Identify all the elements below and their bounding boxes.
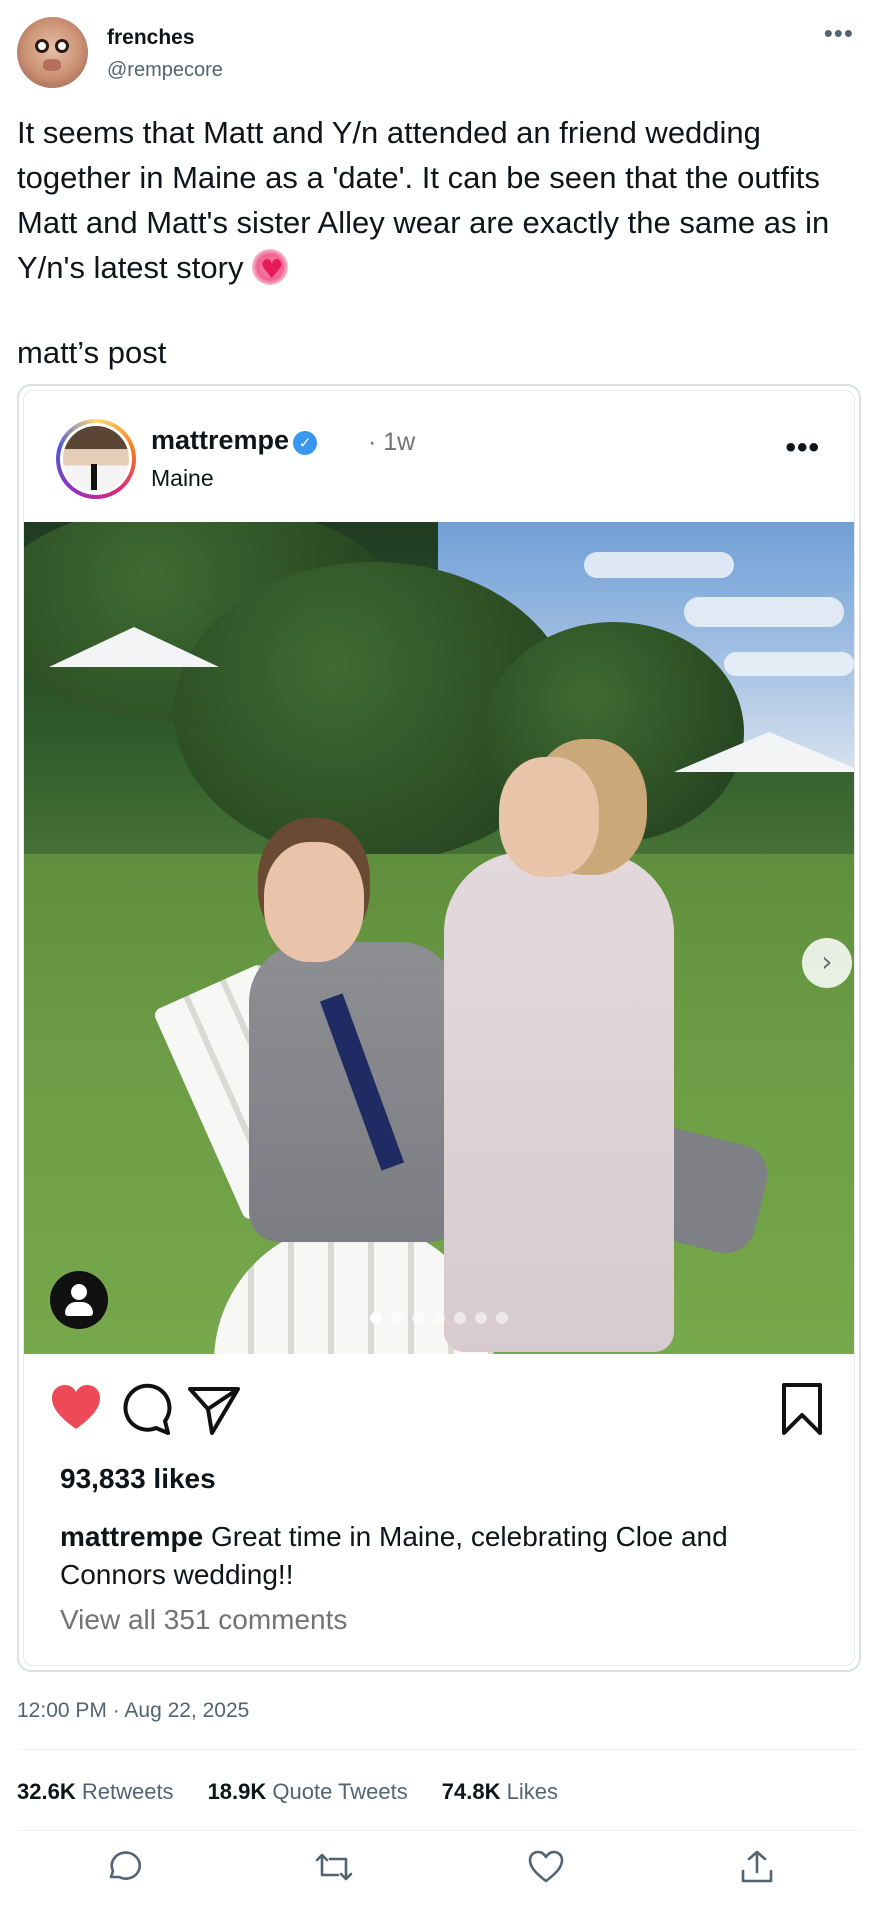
instagram-location[interactable]: Maine xyxy=(151,465,214,492)
carousel-dot xyxy=(475,1312,487,1324)
retweet-icon[interactable] xyxy=(314,1847,354,1887)
carousel-dot xyxy=(412,1312,424,1324)
tweet-body: It seems that Matt and Y/n attended an f… xyxy=(17,115,838,285)
chevron-right-icon[interactable]: › xyxy=(802,938,852,988)
photo-cloud xyxy=(724,652,854,676)
photo-person xyxy=(444,852,674,1352)
retweets-stat[interactable]: 32.6K Retweets xyxy=(17,1779,174,1805)
sparkling-heart-emoji-icon xyxy=(252,248,289,293)
instagram-action-row xyxy=(24,1381,854,1441)
photo-cloud xyxy=(584,552,734,578)
carousel-dot xyxy=(433,1312,445,1324)
likes-count[interactable]: 93,833 likes xyxy=(60,1463,216,1495)
more-horizontal-icon[interactable]: ••• xyxy=(785,431,820,465)
embedded-instagram-post[interactable]: mattrempe ✓ · 1w Maine ••• › 93,833 like… xyxy=(17,384,861,1672)
author-handle[interactable]: @rempecore xyxy=(107,59,223,82)
carousel-dot xyxy=(496,1312,508,1324)
post-caption: mattrempe Great time in Maine, celebrati… xyxy=(60,1518,830,1594)
author-display-name[interactable]: frenches xyxy=(107,26,195,50)
person-icon-head xyxy=(71,1284,87,1300)
reply-icon[interactable] xyxy=(103,1847,143,1887)
avatar-nose xyxy=(43,59,61,71)
carousel-dots xyxy=(370,1312,508,1324)
like-icon[interactable] xyxy=(526,1847,566,1887)
stat-value: 32.6K xyxy=(17,1779,76,1804)
photo-person-head xyxy=(264,842,364,962)
likes-stat[interactable]: 74.8K Likes xyxy=(442,1779,558,1805)
carousel-dot-active xyxy=(370,1312,382,1324)
instagram-avatar-photo xyxy=(63,426,129,492)
tweet-text: It seems that Matt and Y/n attended an f… xyxy=(17,110,857,293)
view-comments-link[interactable]: View all 351 comments xyxy=(60,1604,347,1636)
person-icon-body xyxy=(65,1302,93,1316)
photo-cloud xyxy=(684,597,844,627)
share-paper-plane-icon[interactable] xyxy=(186,1381,242,1437)
verified-badge-icon: ✓ xyxy=(293,431,318,455)
tweet-subline: matt’s post xyxy=(17,335,167,370)
quote-tweets-stat[interactable]: 18.9K Quote Tweets xyxy=(208,1779,408,1805)
carousel-dot xyxy=(454,1312,466,1324)
stat-label: Retweets xyxy=(81,1779,174,1804)
tweet-action-bar xyxy=(0,1847,878,1907)
comment-icon[interactable] xyxy=(118,1381,174,1437)
stat-value: 18.9K xyxy=(207,1779,267,1804)
instagram-post-frame: mattrempe ✓ · 1w Maine ••• › 93,833 like… xyxy=(23,390,855,1666)
caption-username[interactable]: mattrempe xyxy=(60,1521,203,1552)
person-icon[interactable] xyxy=(50,1271,108,1329)
divider xyxy=(17,1749,861,1750)
instagram-username[interactable]: mattrempe ✓ xyxy=(151,425,318,456)
instagram-avatar-ring xyxy=(60,423,132,495)
stat-label: Likes xyxy=(506,1779,558,1804)
author-avatar[interactable] xyxy=(17,17,88,88)
avatar-eye xyxy=(55,39,69,53)
share-icon[interactable] xyxy=(737,1847,777,1887)
carousel-dot xyxy=(391,1312,403,1324)
photo-person-head xyxy=(499,757,599,877)
avatar-eye xyxy=(35,39,49,53)
divider xyxy=(17,1830,861,1831)
bookmark-icon[interactable] xyxy=(774,1381,830,1437)
post-photo[interactable]: › xyxy=(24,522,854,1354)
more-horizontal-icon[interactable]: ••• xyxy=(824,18,854,49)
tweet-timestamp[interactable]: 12:00 PM · Aug 22, 2025 xyxy=(17,1699,249,1723)
like-heart-icon[interactable] xyxy=(48,1381,104,1437)
instagram-username-text[interactable]: mattrempe xyxy=(151,425,289,455)
stat-label: Quote Tweets xyxy=(272,1779,408,1804)
instagram-avatar[interactable] xyxy=(56,419,136,499)
instagram-post-age: · 1w xyxy=(368,428,416,456)
stat-value: 74.8K xyxy=(441,1779,501,1804)
tweet-stats: 32.6K Retweets 18.9K Quote Tweets 74.8K … xyxy=(17,1779,558,1805)
